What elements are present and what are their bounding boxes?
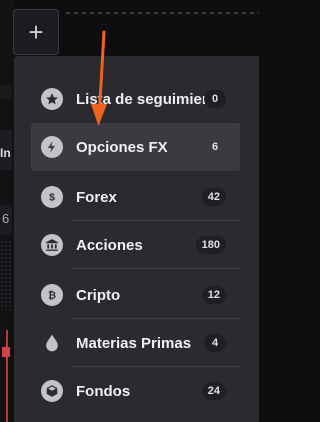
menu-item-forex[interactable]: $ Forex 42	[31, 173, 240, 221]
menu-item-stocks[interactable]: Acciones 180	[31, 221, 240, 269]
menu-item-label: Opciones FX	[76, 138, 168, 156]
top-dashed-divider	[66, 12, 259, 14]
svg-text:₿: ₿	[48, 291, 56, 302]
drop-icon	[41, 332, 63, 354]
menu-item-label: Lista de seguimiento	[76, 90, 210, 108]
count-badge: 0	[204, 90, 226, 108]
menu-item-crypto[interactable]: ₿ Cripto 12	[31, 271, 240, 319]
menu-item-commodities[interactable]: Materias Primas 4	[31, 319, 240, 367]
menu-item-funds[interactable]: Fondos 24	[31, 367, 240, 415]
menu-item-watchlist[interactable]: Lista de seguimiento 0	[31, 75, 240, 123]
plus-icon: +	[28, 17, 44, 47]
menu-item-label: Cripto	[76, 286, 121, 304]
dollar-icon: $	[41, 186, 63, 208]
count-badge: 12	[201, 286, 226, 304]
count-badge: 24	[201, 382, 226, 400]
menu-item-label: Materias Primas	[76, 334, 192, 352]
star-icon	[41, 88, 63, 110]
box-icon	[41, 380, 63, 402]
menu-item-fx-options[interactable]: Opciones FX 6	[31, 123, 240, 171]
asset-category-menu: Lista de seguimiento 0 Opciones FX 6 $ F…	[14, 56, 259, 422]
divider	[72, 268, 240, 269]
chart-fragment-value: 6	[0, 205, 12, 235]
count-badge: 4	[204, 334, 226, 352]
count-badge: 6	[211, 141, 219, 153]
chart-dots	[0, 240, 12, 310]
menu-item-label: Forex	[76, 188, 117, 206]
count-badge: 42	[201, 188, 226, 206]
count-badge: 180	[195, 236, 226, 254]
menu-item-label: Acciones	[76, 236, 143, 254]
menu-item-label: Fondos	[76, 382, 131, 400]
chart-price-line	[6, 330, 8, 422]
chart-fragment	[0, 85, 12, 99]
chart-price-marker	[2, 347, 10, 357]
chart-fragment-label: In	[0, 130, 12, 170]
bitcoin-icon: ₿	[41, 284, 63, 306]
bank-icon	[41, 234, 63, 256]
svg-text:$: $	[49, 192, 55, 204]
bolt-icon	[41, 136, 63, 158]
add-asset-button[interactable]: +	[13, 9, 59, 55]
